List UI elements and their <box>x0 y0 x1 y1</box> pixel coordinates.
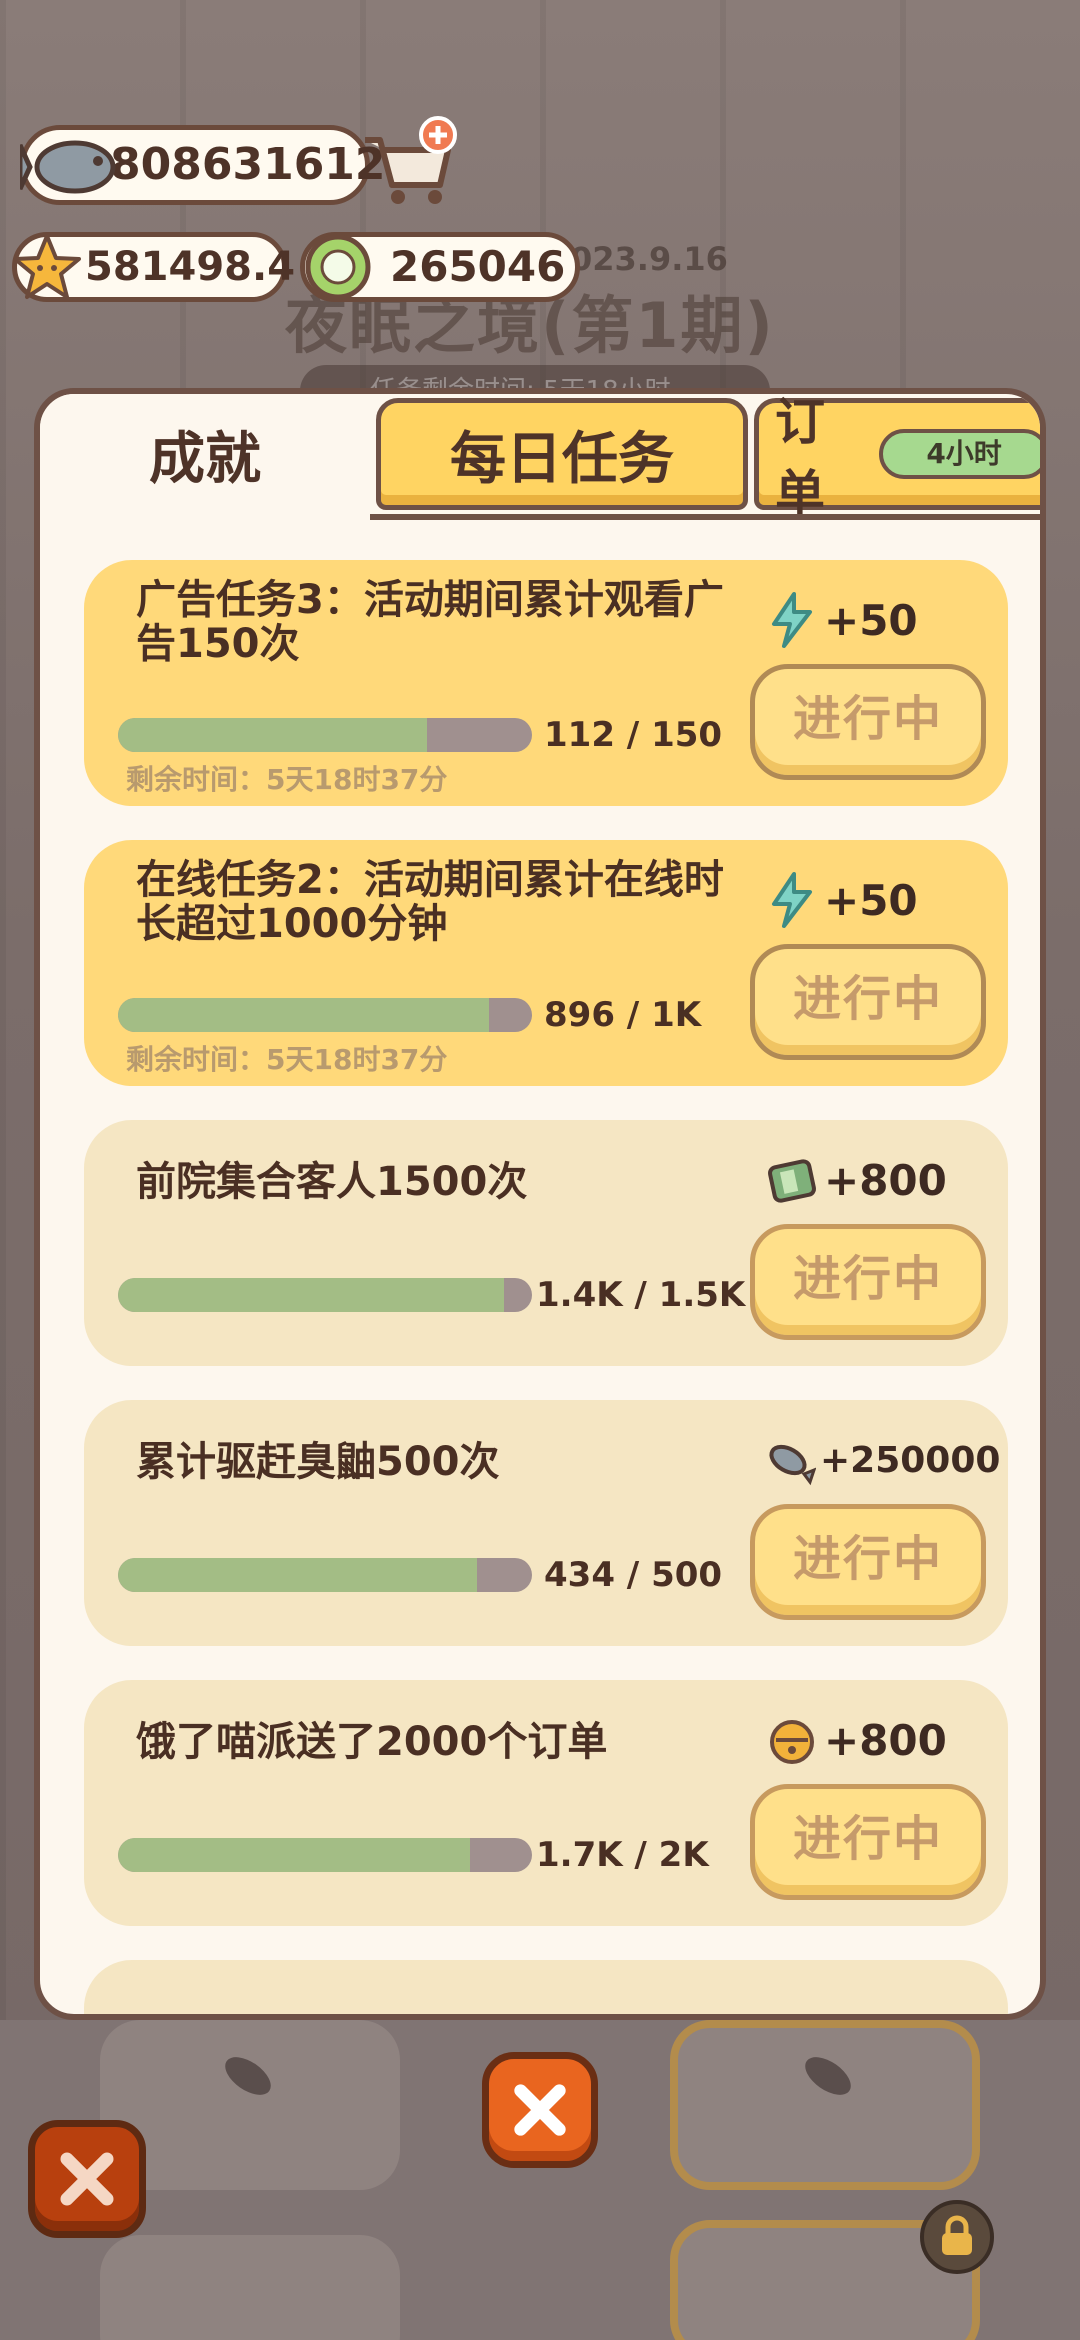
task-progress-fill <box>118 718 428 752</box>
achievement-panel: 成就 每日任务 订单 4小时 广告任务3：活动期间累计观看广告150次 +50 … <box>34 388 1046 2020</box>
task-progress-bar <box>118 998 532 1032</box>
fish-icon <box>769 1444 816 1486</box>
task-reward-amount: +800 <box>824 1715 947 1765</box>
task-reward: +250000 <box>760 1430 1000 1490</box>
task-title: 饿了喵派送了2000个订单 <box>136 1719 608 1765</box>
task-title: 在线任务2：活动期间累计在线时长超过1000分钟 <box>136 857 724 947</box>
lock-button[interactable] <box>920 2200 994 2274</box>
task-reward: +50 <box>764 590 918 650</box>
bell-icon <box>770 1720 814 1764</box>
task-remaining-time: 剩余时间：5天18时37分 <box>126 763 448 796</box>
fish-currency: 808631612 <box>20 125 386 205</box>
task-progress-fill <box>118 998 489 1032</box>
tab-orders[interactable]: 订单 4小时 <box>754 394 1040 523</box>
fish-icon <box>805 2057 851 2095</box>
task-title: 前院集合客人1500次 <box>136 1159 528 1205</box>
task-reward-amount: +50 <box>824 875 918 925</box>
task-title: 累计驱赶臭鼬500次 <box>136 1439 500 1485</box>
tab-daily-tasks-label: 每日任务 <box>450 426 674 492</box>
star-icon <box>13 234 81 299</box>
panel-close-button[interactable] <box>482 2052 598 2168</box>
task-progress-bar <box>118 718 532 752</box>
tab-achievement[interactable]: 成就 <box>40 394 370 514</box>
task-reward: +800 <box>764 1710 947 1770</box>
task-progress-fill <box>118 1558 478 1592</box>
task-progress-fill <box>118 1838 470 1872</box>
task-list[interactable]: 广告任务3：活动期间累计观看广告150次 +50 112 / 150 剩余时间：… <box>40 520 1040 2014</box>
task-progress-text: 896 / 1K <box>544 995 702 1035</box>
tab-achievement-label: 成就 <box>149 426 261 492</box>
task-card: 广告任务3：活动期间累计观看广告150次 +50 112 / 150 剩余时间：… <box>84 560 1008 806</box>
fish-icon <box>20 140 116 194</box>
task-reward: +800 <box>764 1150 947 1210</box>
task-card: 前院集合客人1500次 +800 1.4K / 1.5K 进行中 <box>84 1120 1008 1366</box>
close-button[interactable] <box>28 2120 146 2238</box>
fish-icon <box>225 2057 271 2095</box>
event-date: 023.9.16 <box>570 240 728 278</box>
task-progress-text: 112 / 150 <box>544 715 723 755</box>
energy-icon <box>772 872 812 928</box>
task-title: 广告任务3：活动期间累计观看广告150次 <box>136 577 724 667</box>
task-remaining-time: 剩余时间：5天18时37分 <box>126 1043 448 1076</box>
order-timer-badge: 4小时 <box>879 429 1040 479</box>
task-in-progress-button[interactable]: 进行中 <box>750 1784 986 1900</box>
task-reward-amount: +250000 <box>820 1439 1001 1481</box>
tab-bar: 成就 每日任务 订单 4小时 <box>40 394 1040 523</box>
task-progress-text: 1.4K / 1.5K <box>536 1275 746 1315</box>
gem-currency: 265046 <box>300 232 580 302</box>
floor-tile <box>100 2235 400 2340</box>
ticket-icon <box>768 1159 816 1203</box>
task-progress-bar <box>118 1838 532 1872</box>
task-reward: +50 <box>764 870 918 930</box>
close-icon <box>60 2152 114 2206</box>
task-reward-amount: +50 <box>824 595 918 645</box>
shop-cart-icon[interactable] <box>360 115 460 210</box>
close-icon <box>514 2084 566 2136</box>
coin-icon <box>305 234 371 300</box>
task-progress-fill <box>118 1278 505 1312</box>
task-progress-bar <box>118 1558 532 1592</box>
task-progress-bar <box>118 1278 532 1312</box>
task-card: 累计驱赶臭鼬500次 +250000 434 / 500 进行中 <box>84 1400 1008 1646</box>
lock-icon <box>942 2215 972 2255</box>
star-currency: 581498.4 <box>12 232 295 302</box>
tab-daily-tasks[interactable]: 每日任务 <box>376 398 748 510</box>
task-card: 饿了喵派送了2000个订单 +800 1.7K / 2K 进行中 <box>84 1680 1008 1926</box>
task-in-progress-button[interactable]: 进行中 <box>750 944 986 1060</box>
task-reward-amount: +800 <box>824 1155 947 1205</box>
task-progress-text: 1.7K / 2K <box>536 1835 709 1875</box>
tab-orders-label: 订单 <box>775 393 825 523</box>
task-in-progress-button[interactable]: 进行中 <box>750 1224 986 1340</box>
task-card: 在线任务2：活动期间累计在线时长超过1000分钟 +50 896 / 1K 剩余… <box>84 840 1008 1086</box>
task-card <box>84 1960 1008 2014</box>
task-in-progress-button[interactable]: 进行中 <box>750 664 986 780</box>
energy-icon <box>772 592 812 648</box>
task-progress-text: 434 / 500 <box>544 1555 723 1595</box>
task-in-progress-button[interactable]: 进行中 <box>750 1504 986 1620</box>
